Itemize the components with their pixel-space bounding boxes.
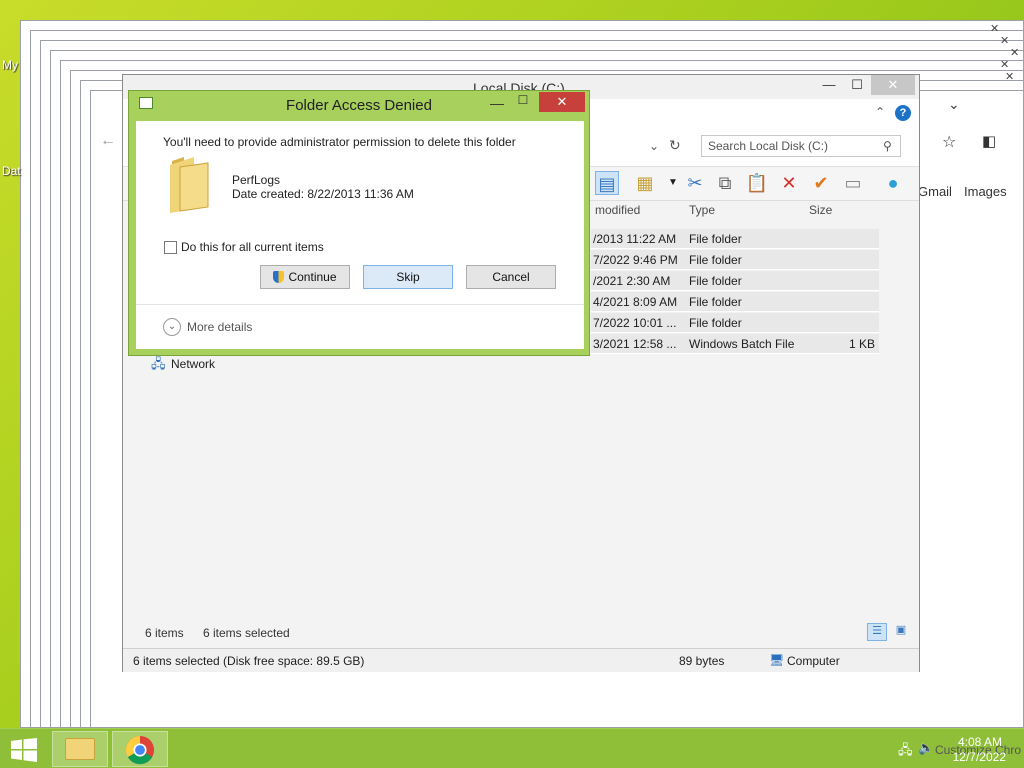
status-size: 89 bytes	[679, 654, 725, 668]
file-type: Windows Batch File	[689, 337, 795, 351]
dialog-message: You'll need to provide administrator per…	[163, 135, 516, 149]
help-icon[interactable]: ?	[895, 105, 911, 121]
file-date: 4/2021 8:09 AM	[593, 295, 678, 309]
folder-access-denied-dialog: Folder Access Denied — ☐ ✕ You'll need t…	[128, 90, 590, 356]
cancel-button[interactable]: Cancel	[466, 265, 556, 289]
network-icon: 🖧	[151, 356, 166, 371]
status-location: Computer	[787, 654, 840, 668]
star-icon[interactable]: ☆	[942, 132, 956, 152]
chevron-down-icon[interactable]: ▼	[661, 171, 685, 195]
check-icon[interactable]: ✔	[809, 171, 833, 195]
chrome-gmail-link[interactable]: Gmail	[918, 184, 952, 199]
chevron-down-icon[interactable]: ⌄	[163, 318, 181, 336]
apply-all-checkbox[interactable]	[164, 241, 177, 254]
windows-start-icon[interactable]	[10, 738, 38, 762]
file-date: /2013 11:22 AM	[593, 232, 677, 246]
column-header-type[interactable]: Type	[689, 203, 715, 217]
cut-icon[interactable]: ✂	[683, 171, 707, 195]
table-row[interactable]: 4/2021 8:09 AM File folder	[591, 292, 879, 312]
table-row[interactable]: /2021 2:30 AM File folder	[591, 271, 879, 291]
ghost-close-icon: ✕	[1000, 35, 1010, 47]
file-type: File folder	[689, 274, 742, 288]
desktop-icon-label[interactable]: Dat	[2, 164, 21, 178]
computer-icon: 🖥	[769, 653, 785, 667]
network-tray-icon[interactable]: 🖧	[898, 741, 913, 763]
folder-icon	[65, 738, 95, 760]
continue-button[interactable]: Continue	[260, 265, 350, 289]
chevron-up-icon[interactable]: ⌃	[875, 105, 885, 119]
apply-all-label[interactable]: Do this for all current items	[181, 240, 324, 254]
skip-button[interactable]: Skip	[363, 265, 453, 289]
column-header-size[interactable]: Size	[809, 203, 832, 217]
ghost-close-icon: ✕	[1010, 47, 1020, 59]
file-date: 7/2022 9:46 PM	[593, 253, 678, 267]
copy-icon[interactable]: ⧉	[713, 171, 737, 195]
table-row[interactable]: 7/2022 10:01 ... File folder	[591, 313, 879, 333]
details-view-icon[interactable]: ☰	[867, 623, 887, 641]
table-row[interactable]: 7/2022 9:46 PM File folder	[591, 250, 879, 270]
folder-name: PerfLogs	[232, 173, 281, 187]
status-selection: 6 items selected (Disk free space: 89.5 …	[133, 654, 365, 668]
rename-icon[interactable]: ▭	[841, 171, 865, 195]
folder-date: Date created: 8/22/2013 11:36 AM	[232, 187, 414, 201]
dialog-titlebar: Folder Access Denied — ☐ ✕	[129, 91, 589, 121]
table-row[interactable]: /2013 11:22 AM File folder	[591, 229, 879, 249]
more-details-link[interactable]: More details	[187, 320, 252, 334]
properties-icon[interactable]: ▦	[633, 171, 657, 195]
folder-icon	[170, 157, 209, 213]
continue-label: Continue	[288, 270, 337, 284]
clock-time[interactable]: 4:08 AM	[958, 735, 1002, 749]
taskbar-file-explorer[interactable]	[52, 731, 108, 767]
large-icons-view-icon[interactable]: ▣	[891, 623, 911, 641]
sidebar-icon[interactable]: ◧	[982, 132, 996, 150]
taskbar: 🖧 🔈 Customize Chro 4:08 AM 12/7/2022	[0, 728, 1024, 768]
maximize-button[interactable]: ☐	[843, 75, 871, 95]
dialog-divider	[136, 304, 584, 305]
volume-icon[interactable]: 🔈	[918, 740, 934, 756]
items-selected: 6 items selected	[203, 626, 290, 640]
items-count: 6 items	[145, 626, 184, 640]
file-date: 3/2021 12:58 ...	[593, 337, 677, 351]
back-arrow-icon[interactable]: ←	[100, 132, 116, 150]
refresh-icon[interactable]: ↻	[669, 137, 681, 154]
column-header-modified[interactable]: modified	[595, 203, 640, 217]
dialog-body: You'll need to provide administrator per…	[136, 121, 584, 349]
chrome-images-link[interactable]: Images	[964, 184, 1007, 199]
ghost-close-icon: ✕	[1005, 71, 1015, 83]
delete-icon[interactable]: ✕	[777, 171, 801, 195]
ghost-close-icon: ✕	[990, 23, 1000, 35]
file-size: 1 KB	[848, 337, 875, 351]
paste-icon[interactable]: 📋	[745, 171, 769, 195]
desktop-icon-label[interactable]: My	[2, 58, 18, 72]
chevron-down-icon: ⌄	[948, 96, 960, 112]
search-input[interactable]: Search Local Disk (C:)	[701, 135, 901, 157]
search-icon: ⚲	[883, 139, 892, 153]
file-type: File folder	[689, 316, 742, 330]
minimize-button[interactable]: —	[815, 75, 843, 95]
table-row[interactable]: 3/2021 12:58 ... Windows Batch File 1 KB	[591, 334, 879, 354]
dialog-close-button[interactable]: ✕	[539, 92, 585, 112]
file-date: 7/2022 10:01 ...	[593, 316, 677, 330]
taskbar-chrome[interactable]	[112, 731, 168, 767]
nav-item-network[interactable]: Network	[171, 357, 215, 371]
preview-pane-icon[interactable]: ▤	[595, 171, 619, 195]
status-bar: 6 items selected (Disk free space: 89.5 …	[123, 648, 919, 672]
dialog-maximize-button[interactable]: ☐	[511, 93, 535, 111]
file-type: File folder	[689, 253, 742, 267]
chevron-down-icon[interactable]: ⌄	[649, 139, 659, 153]
dialog-minimize-button[interactable]: —	[485, 95, 509, 113]
file-type: File folder	[689, 232, 742, 246]
close-button[interactable]: ✕	[871, 75, 915, 95]
file-type: File folder	[689, 295, 742, 309]
shield-icon	[273, 271, 285, 283]
globe-icon[interactable]: ●	[881, 171, 905, 195]
file-date: /2021 2:30 AM	[593, 274, 671, 288]
chrome-icon	[125, 735, 155, 765]
clock-date[interactable]: 12/7/2022	[953, 750, 1006, 764]
